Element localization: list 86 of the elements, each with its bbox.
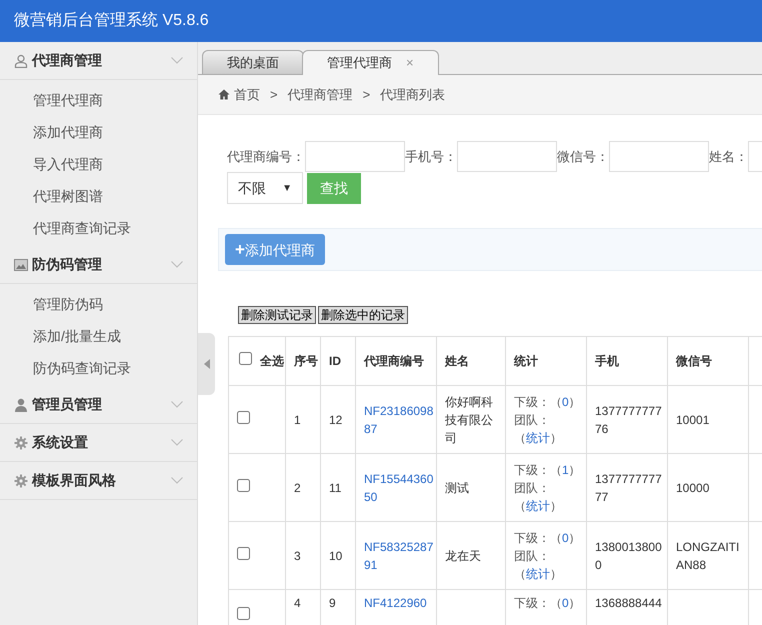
- sidebar-item[interactable]: 代理树图谱: [0, 180, 197, 212]
- sidebar-item[interactable]: 导入代理商: [0, 148, 197, 180]
- sidebar-group-header[interactable]: 代理商管理: [0, 42, 197, 80]
- column-header: 微信号: [676, 354, 712, 368]
- row-checkbox[interactable]: [237, 546, 250, 560]
- table-cell-text: 10: [329, 548, 344, 564]
- chevron-icon: [171, 477, 183, 484]
- count-link[interactable]: 0: [562, 530, 569, 544]
- stats-link[interactable]: 统计: [526, 498, 550, 512]
- row-checkbox[interactable]: [237, 410, 250, 424]
- sidebar-item[interactable]: 添加/批量生成: [0, 320, 197, 352]
- table-cell-text: 1368888444: [595, 595, 663, 612]
- select-all-checkbox[interactable]: [239, 352, 252, 365]
- table-cell-text: 3: [294, 548, 302, 564]
- count-link[interactable]: 0: [562, 394, 569, 408]
- person-icon: [14, 398, 28, 412]
- table-cell-text: 2: [294, 480, 302, 496]
- breadcrumb-item[interactable]: 代理商管理: [288, 84, 353, 104]
- table-cell-text: 13800138000: [595, 538, 663, 574]
- home-icon: [218, 89, 230, 100]
- sidebar-group-header[interactable]: 管理员管理: [0, 386, 197, 424]
- sidebar-item[interactable]: 管理防伪码: [0, 288, 197, 320]
- bulk-delete-button[interactable]: 删除选中的记录: [318, 306, 408, 324]
- image-icon: [14, 258, 28, 270]
- breadcrumb-item[interactable]: 首页: [234, 84, 260, 104]
- column-header: 全选: [260, 354, 284, 368]
- table-cell-text: 137777777776: [595, 402, 663, 438]
- table-cell-text: 1: [294, 412, 302, 428]
- sidebar-item[interactable]: 管理代理商: [0, 84, 197, 116]
- table-cell-text: LONGZAITIAN88: [676, 538, 740, 574]
- table-cell-text: 龙在天: [445, 548, 482, 564]
- dropdown-select[interactable]: 不限 ▼: [227, 172, 303, 204]
- filter-label: 代理商编号：: [227, 148, 305, 166]
- sidebar-item[interactable]: 代理商查询记录: [0, 212, 197, 244]
- user-icon: [14, 54, 28, 68]
- column-header: 手机: [595, 354, 619, 368]
- chevron-icon: [171, 261, 183, 268]
- input-field[interactable]: [609, 141, 709, 172]
- sidebar-group-header[interactable]: 系统设置: [0, 424, 197, 462]
- gear-icon: [14, 474, 28, 488]
- triangle-left-icon: [204, 359, 210, 369]
- sidebar-item[interactable]: 防伪码查询记录: [0, 352, 197, 384]
- table-cell-text: 12: [329, 412, 344, 428]
- table-cell-text: 10001: [676, 412, 710, 428]
- input-field[interactable]: [457, 141, 557, 172]
- table-cell-text: 10000: [676, 480, 710, 496]
- tab[interactable]: 我的桌面: [202, 50, 304, 74]
- chevron-icon: [171, 439, 183, 446]
- stats-link[interactable]: 统计: [526, 430, 550, 444]
- input-field[interactable]: [305, 141, 405, 172]
- chevron-icon: [171, 401, 183, 408]
- chevron-icon: [171, 57, 183, 64]
- breadcrumb-separator: >: [270, 86, 278, 104]
- column-header: ID: [329, 354, 341, 368]
- column-header: 姓名: [445, 354, 469, 368]
- table-cell-text: 你好啊科技有限公司: [445, 394, 494, 446]
- breadcrumb-separator: >: [362, 86, 370, 104]
- row-checkbox[interactable]: [237, 607, 250, 620]
- table-cell-text: 11: [329, 480, 342, 496]
- column-header: 代理商编号: [364, 354, 424, 368]
- count-link[interactable]: 1: [562, 462, 569, 476]
- breadcrumb-item: 代理商列表: [380, 86, 446, 104]
- sidebar-group-header[interactable]: 防伪码管理: [0, 246, 197, 284]
- tab[interactable]: 管理代理商 ×: [302, 50, 439, 75]
- stats-link[interactable]: 统计: [526, 566, 550, 580]
- stats-text: 下级：（1） 团队：（统计）: [514, 462, 582, 514]
- sidebar-collapse-handle[interactable]: [198, 333, 215, 395]
- table-cell-text: 137777777777: [595, 470, 663, 506]
- filter-label: 手机号：: [405, 148, 457, 166]
- sidebar-group-header[interactable]: 模板界面风格: [0, 462, 197, 500]
- bulk-delete-button[interactable]: 删除测试记录: [238, 306, 316, 324]
- table-cell-text: 9: [329, 595, 337, 612]
- row-checkbox[interactable]: [237, 478, 250, 492]
- table-cell-text: 测试: [445, 480, 470, 496]
- filter-label: 姓名：: [709, 148, 748, 166]
- table-cell-text: 4: [294, 595, 302, 612]
- gear-icon: [14, 436, 28, 450]
- sidebar-item[interactable]: 添加代理商: [0, 116, 197, 148]
- column-header: 统计: [514, 354, 538, 368]
- stats-text: 下级：（0）: [514, 595, 582, 612]
- app-title: 微营销后台管理系统 V5.8.6: [14, 10, 209, 31]
- count-link[interactable]: 0: [562, 596, 569, 610]
- filter-label: 微信号：: [557, 148, 609, 166]
- stats-text: 下级：（0） 团队：（统计）: [514, 530, 582, 582]
- stats-text: 下级：（0） 团队：（统计）: [514, 394, 582, 446]
- column-header: 序号: [294, 354, 318, 368]
